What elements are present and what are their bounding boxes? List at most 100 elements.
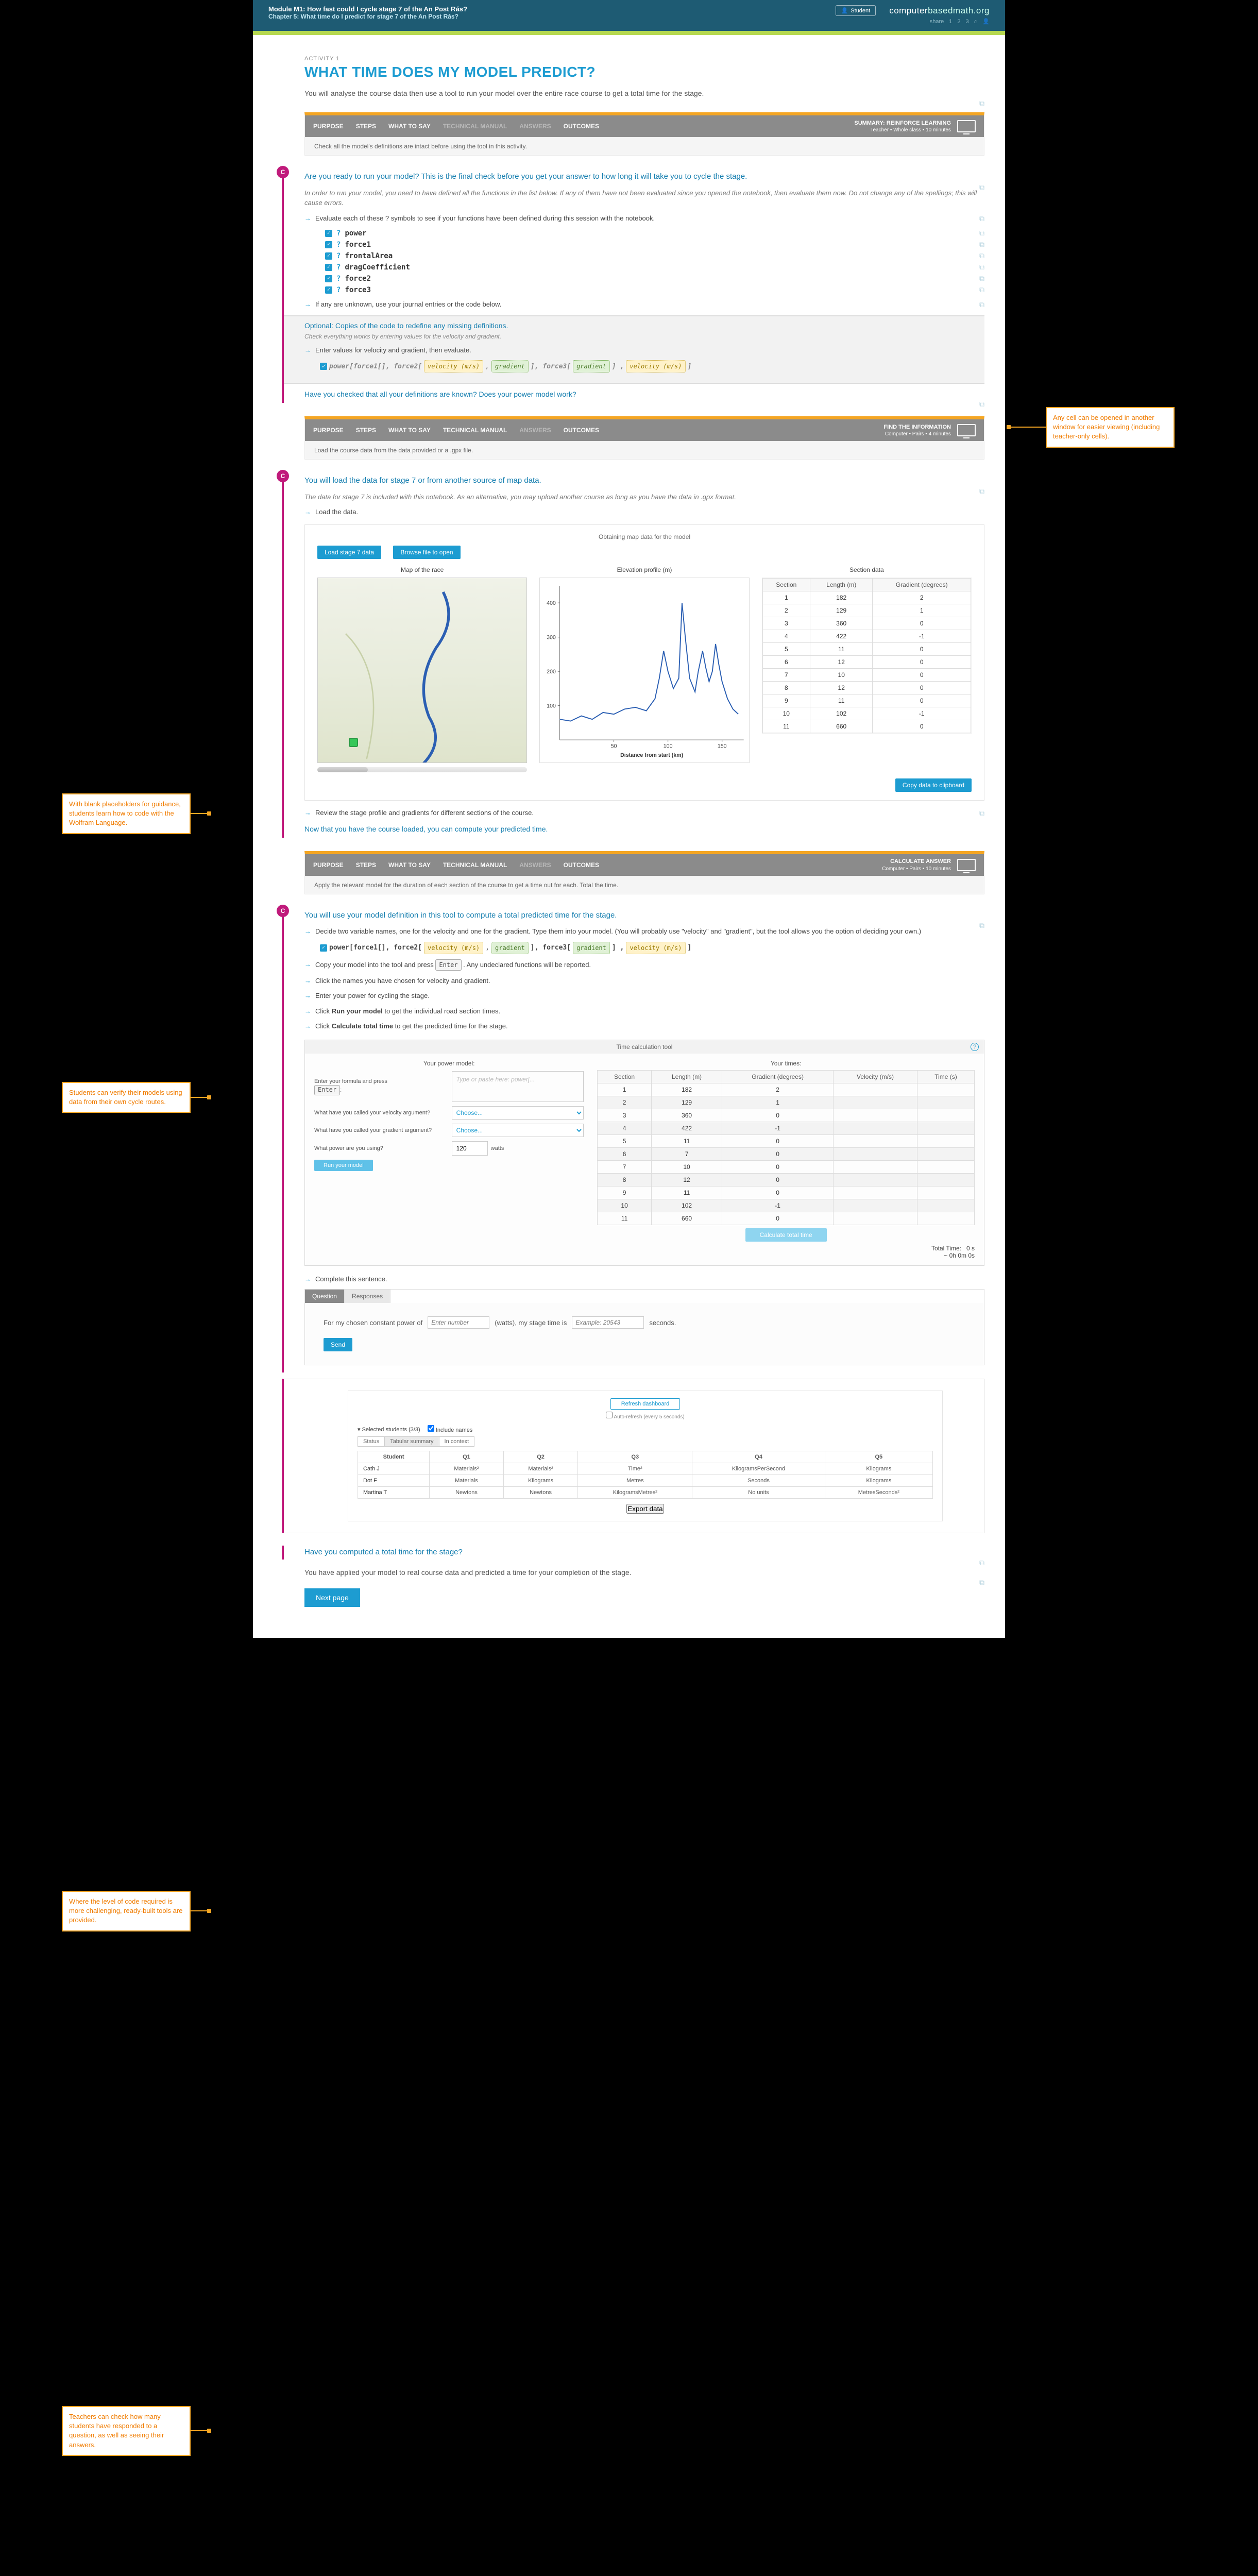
question-box: Question Responses For my chosen constan… — [304, 1289, 984, 1365]
share-label[interactable]: share — [930, 19, 944, 25]
nav-page-3[interactable]: 3 — [966, 19, 969, 25]
popout-icon[interactable]: ⧉ — [979, 275, 984, 283]
code-template[interactable]: ✓ power[force1[], force2[ velocity (m/s)… — [320, 942, 691, 954]
load-stage-button[interactable]: Load stage 7 data — [317, 546, 381, 559]
run-model-button[interactable]: Run your model — [314, 1160, 373, 1171]
seg-tabular[interactable]: Tabular summary — [385, 1437, 439, 1446]
seg-context[interactable]: In context — [439, 1437, 474, 1446]
velocity-placeholder[interactable]: velocity (m/s) — [626, 360, 685, 372]
svg-text:50: 50 — [611, 743, 617, 749]
gradient-select[interactable]: Choose... — [452, 1124, 584, 1137]
code-definition-row[interactable]: ✓?force3⧉ — [325, 286, 984, 294]
band3-desc: Apply the relevant model for the duratio… — [305, 876, 984, 894]
velocity-placeholder[interactable]: velocity (m/s) — [424, 942, 483, 954]
tab-what-to-say[interactable]: WHAT TO SAY — [388, 427, 431, 434]
section-table-scroll[interactable]: SectionLength (m)Gradient (degrees)11822… — [762, 578, 972, 734]
tab-steps[interactable]: STEPS — [356, 427, 376, 434]
power-blank-input[interactable] — [428, 1316, 489, 1329]
copy-data-button[interactable]: Copy data to clipboard — [895, 778, 972, 792]
tab-outcomes[interactable]: OUTCOMES — [564, 427, 599, 434]
tab-answers[interactable]: ANSWERS — [519, 861, 551, 869]
view-segments[interactable]: Status Tabular summary In context — [358, 1436, 474, 1447]
code-definition-row[interactable]: ✓?force1⧉ — [325, 241, 984, 249]
selected-students[interactable]: Selected students (3/3) — [362, 1427, 420, 1433]
popout-icon[interactable]: ⧉ — [979, 183, 984, 192]
arrow-icon: → — [304, 1021, 311, 1031]
arrow-icon: → — [304, 299, 311, 310]
popout-icon[interactable]: ⧉ — [979, 921, 984, 930]
popout-icon[interactable]: ⧉ — [979, 299, 984, 310]
tab-what-to-say[interactable]: WHAT TO SAY — [388, 123, 431, 130]
popout-icon[interactable]: ⧉ — [979, 1558, 984, 1567]
seg-status[interactable]: Status — [358, 1437, 385, 1446]
nav-page-1[interactable]: 1 — [949, 19, 952, 25]
code-definition-row[interactable]: ✓?force2⧉ — [325, 275, 984, 283]
code-definition-row[interactable]: ✓?power⧉ — [325, 229, 984, 238]
velocity-placeholder[interactable]: velocity (m/s) — [424, 360, 483, 372]
arrow-icon: → — [304, 976, 311, 986]
tab-purpose[interactable]: PURPOSE — [313, 861, 344, 869]
send-button[interactable]: Send — [324, 1338, 352, 1351]
user-nav-icon[interactable]: 👤 — [982, 18, 990, 25]
help-icon[interactable]: ? — [971, 1043, 979, 1051]
tab-steps[interactable]: STEPS — [356, 861, 376, 869]
power-input[interactable] — [452, 1141, 488, 1156]
arrow-icon: → — [304, 507, 311, 517]
velocity-placeholder[interactable]: velocity (m/s) — [626, 942, 685, 954]
tab-what-to-say[interactable]: WHAT TO SAY — [388, 861, 431, 869]
popout-icon[interactable]: ⧉ — [979, 99, 984, 108]
map-scrollbar[interactable] — [317, 767, 527, 772]
time-blank-input[interactable] — [572, 1316, 644, 1329]
popout-icon[interactable]: ⧉ — [979, 263, 984, 272]
popout-icon[interactable]: ⧉ — [979, 213, 984, 224]
brand-logo: computerbasedmath.org — [889, 6, 990, 16]
gradient-placeholder[interactable]: gradient — [573, 942, 610, 954]
step-text: Load the data. — [315, 507, 984, 517]
tab-answers[interactable]: ANSWERS — [519, 427, 551, 434]
code-definition-row[interactable]: ✓?frontalArea⧉ — [325, 252, 984, 260]
next-page-button[interactable]: Next page — [304, 1588, 360, 1607]
home-icon[interactable]: ⌂ — [974, 19, 978, 25]
browse-file-button[interactable]: Browse file to open — [393, 546, 460, 559]
optional-header[interactable]: Optional: Copies of the code to redefine… — [304, 321, 975, 330]
popout-icon[interactable]: ⧉ — [979, 487, 984, 496]
tab-outcomes[interactable]: OUTCOMES — [564, 861, 599, 869]
calculate-button[interactable]: Calculate total time — [745, 1228, 827, 1242]
export-button[interactable]: Export data — [626, 1504, 664, 1514]
tab-answers[interactable]: ANSWERS — [519, 123, 551, 130]
student-badge[interactable]: 👤 Student — [836, 5, 876, 16]
popout-icon[interactable]: ⧉ — [979, 808, 984, 819]
gradient-placeholder[interactable]: gradient — [491, 360, 529, 372]
step-text: Click Calculate total time to get the pr… — [315, 1021, 984, 1031]
tab-purpose[interactable]: PURPOSE — [313, 123, 344, 130]
include-names-checkbox[interactable] — [428, 1425, 434, 1432]
formula-input[interactable]: Type or paste here: power[... — [452, 1071, 584, 1102]
tab-outcomes[interactable]: OUTCOMES — [564, 123, 599, 130]
tab-purpose[interactable]: PURPOSE — [313, 427, 344, 434]
thread-badge: C — [277, 166, 289, 178]
thread-check-model: C Are you ready to run your model? This … — [282, 168, 984, 403]
code-definition-row[interactable]: ✓?dragCoefficient⧉ — [325, 263, 984, 272]
popout-icon[interactable]: ⧉ — [979, 229, 984, 238]
popout-icon[interactable]: ⧉ — [979, 400, 984, 409]
tab-technical-manual[interactable]: TECHNICAL MANUAL — [443, 427, 507, 434]
popout-icon[interactable]: ⧉ — [979, 241, 984, 249]
velocity-select[interactable]: Choose... — [452, 1106, 584, 1120]
popout-icon[interactable]: ⧉ — [979, 1578, 984, 1587]
popout-icon[interactable]: ⧉ — [979, 252, 984, 260]
tab-technical-manual[interactable]: TECHNICAL MANUAL — [443, 123, 507, 130]
code-template[interactable]: ✓ power[force1[], force2[ velocity (m/s)… — [320, 360, 691, 372]
eval-check-icon: ✓ — [325, 230, 332, 237]
popout-icon[interactable]: ⧉ — [979, 286, 984, 294]
tab-responses[interactable]: Responses — [345, 1290, 390, 1303]
nav-page-2[interactable]: 2 — [957, 19, 960, 25]
gradient-placeholder[interactable]: gradient — [491, 942, 529, 954]
tab-technical-manual[interactable]: TECHNICAL MANUAL — [443, 861, 507, 869]
tab-question[interactable]: Question — [305, 1290, 345, 1303]
gradient-placeholder[interactable]: gradient — [573, 360, 610, 372]
refresh-button[interactable]: Refresh dashboard — [610, 1398, 681, 1410]
auto-refresh-checkbox[interactable] — [606, 1412, 613, 1418]
race-map[interactable] — [317, 578, 527, 763]
header-nav: share 1 2 3 ⌂ 👤 — [836, 18, 990, 25]
tab-steps[interactable]: STEPS — [356, 123, 376, 130]
